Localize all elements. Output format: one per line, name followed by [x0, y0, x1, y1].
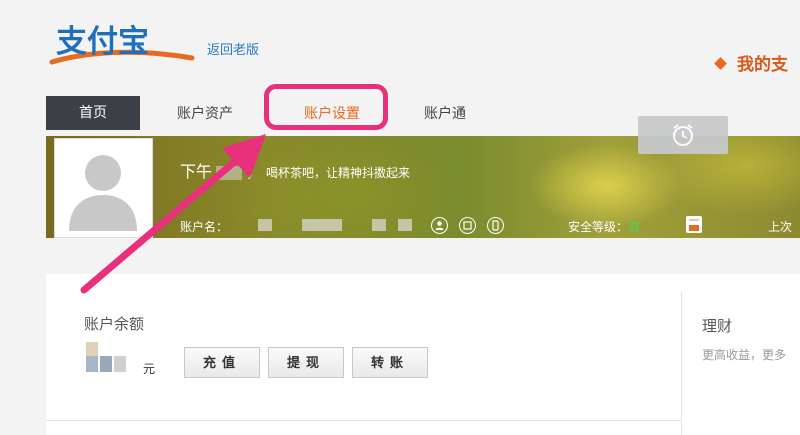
recharge-button[interactable]: 充值: [184, 347, 260, 378]
greeting-prefix: 下午: [180, 162, 213, 181]
my-account-entry[interactable]: 我的支: [714, 50, 788, 75]
account-name-blur: [372, 219, 386, 231]
greeting-comma: ，: [246, 162, 263, 181]
finance-subtitle: 更高收益，更多: [702, 348, 787, 362]
panel-divider: [681, 292, 682, 435]
tab-account-assets[interactable]: 账户资产: [160, 98, 250, 130]
logo-text: 支付宝: [56, 24, 149, 60]
avatar-placeholder-icon: [69, 155, 137, 231]
greeting: 下午 ，喝杯茶吧，让精神抖擞起来: [180, 158, 410, 182]
phone-icon[interactable]: [487, 217, 504, 234]
balance-title: 账户余额: [84, 315, 145, 333]
account-name-label: 账户名：: [180, 220, 229, 234]
id-icon[interactable]: [459, 217, 476, 234]
withdraw-button[interactable]: 提现: [268, 347, 344, 378]
security-badge-icon[interactable]: [686, 216, 702, 233]
account-name-blur: [258, 219, 272, 231]
diamond-bullet-icon: [714, 56, 727, 70]
transfer-button[interactable]: 转账: [352, 347, 428, 378]
security-level: 安全等级：高: [568, 218, 640, 235]
my-account-label: 我的支: [737, 55, 788, 75]
last-login: 上次: [768, 220, 793, 234]
alipay-logo[interactable]: 支付宝: [46, 18, 196, 70]
greeting-message: 喝杯茶吧，让精神抖擞起来: [266, 166, 411, 180]
back-to-old-version-link[interactable]: 返回老版: [207, 39, 259, 58]
account-name-blur: [302, 219, 342, 231]
section-divider: [46, 420, 681, 421]
balance-amount-blur: [86, 342, 130, 372]
security-level-value: 高: [628, 220, 641, 234]
tab-account-settings[interactable]: 账户设置: [280, 98, 384, 130]
currency-unit: 元: [143, 362, 156, 376]
tab-account-pass[interactable]: 账户通: [408, 98, 482, 130]
alarm-button[interactable]: [638, 116, 728, 154]
avatar[interactable]: [54, 138, 153, 238]
security-label: 安全等级：: [568, 220, 629, 234]
alarm-clock-icon: [673, 124, 693, 146]
finance-title[interactable]: 理财: [702, 315, 732, 336]
tab-home[interactable]: 首页: [46, 96, 140, 130]
user-icon[interactable]: [431, 217, 448, 234]
account-name-blur: [398, 219, 412, 231]
username-blur: [216, 165, 243, 180]
